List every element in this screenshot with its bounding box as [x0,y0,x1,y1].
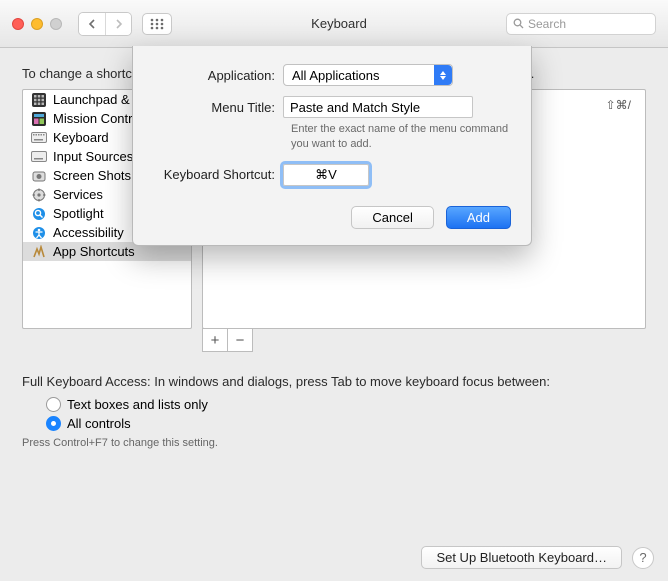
add-shortcut-sheet: Application: All Applications Menu Title… [132,46,532,246]
sidebar-item-label: Keyboard [53,130,109,145]
services-icon [31,187,47,203]
cancel-button[interactable]: Cancel [351,206,433,229]
window-controls [12,18,62,30]
input-sources-icon [31,149,47,165]
launchpad-icon [31,92,47,108]
sidebar-item-label: Spotlight [53,206,104,221]
menu-title-hint: Enter the exact name of the menu command… [291,122,511,152]
help-button[interactable]: ? [632,547,654,569]
remove-shortcut-button[interactable]: − [227,328,253,352]
radio-all-controls[interactable]: All controls [46,416,646,431]
accessibility-icon [31,225,47,241]
popup-arrows-icon [434,65,452,85]
close-window-button[interactable] [12,18,24,30]
app-shortcuts-icon [31,244,47,260]
add-shortcut-button[interactable]: + [202,328,228,352]
sidebar-item-label: Screen Shots [53,168,131,183]
radio-indicator [46,397,61,412]
sidebar-item-label: Services [53,187,103,202]
menu-title-label: Menu Title: [153,100,283,115]
fka-hint: Press Control+F7 to change this setting. [22,437,646,449]
zoom-window-button [50,18,62,30]
forward-button[interactable] [105,13,131,35]
show-all-button[interactable] [142,13,172,35]
sidebar-item-label: Input Sources [53,149,133,164]
shortcut-display: ⇧⌘/ [606,98,631,112]
radio-indicator [46,416,61,431]
sidebar-item-label: App Shortcuts [53,244,135,259]
titlebar: Keyboard Search [0,0,668,48]
keyboard-shortcut-label: Keyboard Shortcut: [153,167,283,182]
grid-icon [150,18,164,30]
sidebar-item-label: Mission Control [53,111,143,126]
search-field[interactable]: Search [506,13,656,35]
menu-title-input[interactable] [283,96,473,118]
spotlight-icon [31,206,47,222]
keyboard-shortcut-input[interactable] [283,164,369,186]
setup-bluetooth-keyboard-button[interactable]: Set Up Bluetooth Keyboard… [421,546,622,569]
radio-label: Text boxes and lists only [67,397,208,412]
full-keyboard-access-text: Full Keyboard Access: In windows and dia… [22,374,646,389]
nav-back-forward [78,12,132,36]
back-button[interactable] [79,13,105,35]
application-popup[interactable]: All Applications [283,64,453,86]
add-remove-bar: + − [202,328,646,352]
mission-control-icon [31,111,47,127]
window-title: Keyboard [182,16,496,31]
application-label: Application: [153,68,283,83]
search-placeholder: Search [528,17,566,31]
keyboard-icon [31,130,47,146]
radio-text-boxes-only[interactable]: Text boxes and lists only [46,397,646,412]
minimize-window-button[interactable] [31,18,43,30]
screenshots-icon [31,168,47,184]
search-icon [513,18,524,29]
radio-label: All controls [67,416,131,431]
application-value: All Applications [292,68,379,83]
sidebar-item-label: Accessibility [53,225,124,240]
footer: Set Up Bluetooth Keyboard… ? [421,546,654,569]
add-button[interactable]: Add [446,206,511,229]
